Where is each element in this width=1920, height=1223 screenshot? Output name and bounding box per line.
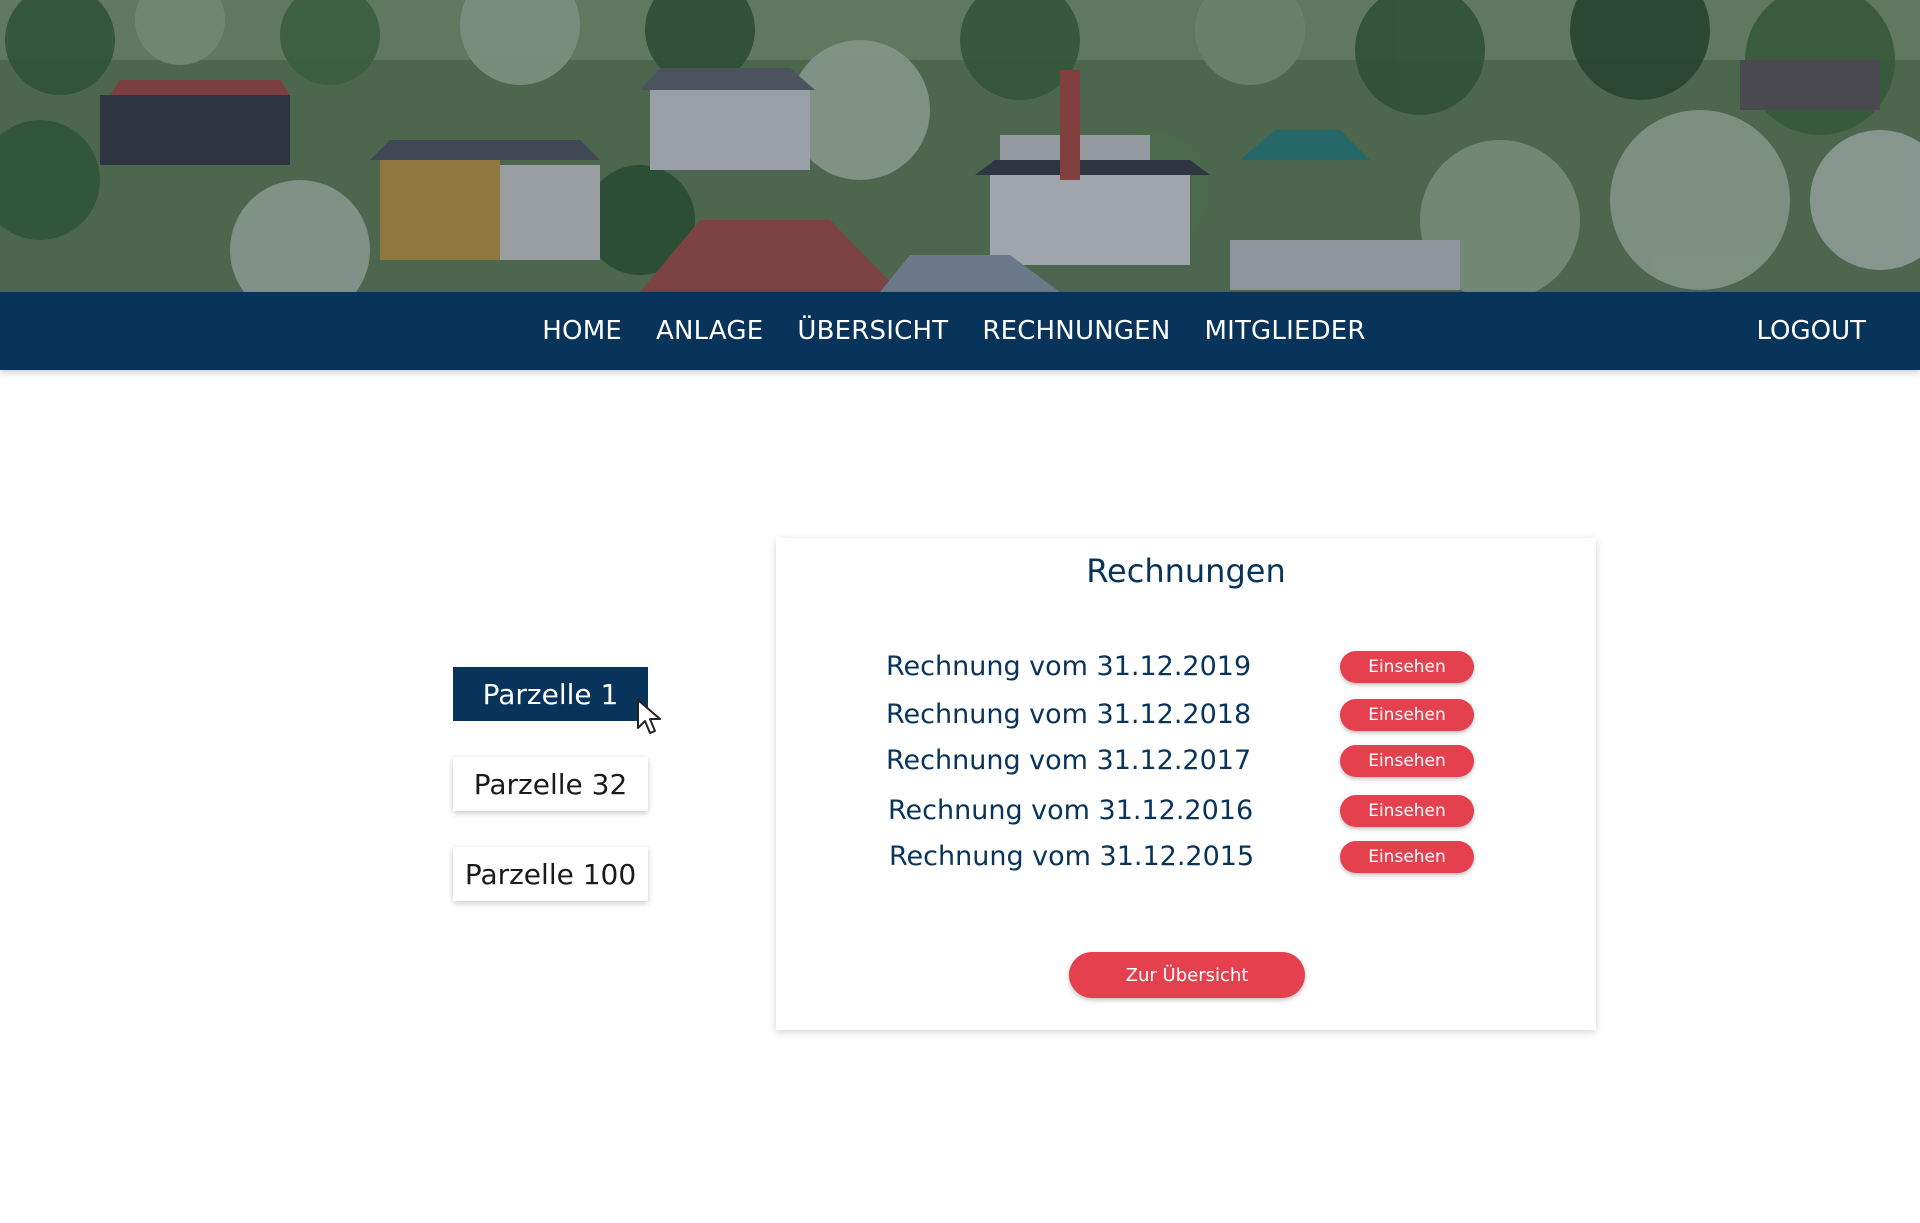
view-invoice-button[interactable]: Einsehen xyxy=(1340,745,1474,777)
back-to-overview-button[interactable]: Zur Übersicht xyxy=(1069,952,1305,998)
parcel-button-1[interactable]: Parzelle 1 xyxy=(453,667,648,721)
invoice-label: Rechnung vom 31.12.2017 xyxy=(886,745,1252,776)
logout-link[interactable]: LOGOUT xyxy=(1756,292,1866,370)
invoice-label: Rechnung vom 31.12.2019 xyxy=(886,651,1252,682)
invoice-row: Rechnung vom 31.12.2015 Einsehen xyxy=(776,837,1596,877)
main-navigation: HOME ANLAGE ÜBERSICHT RECHNUNGEN MITGLIE… xyxy=(0,292,1920,370)
view-invoice-button[interactable]: Einsehen xyxy=(1340,841,1474,873)
nav-rechnungen[interactable]: RECHNUNGEN xyxy=(982,316,1170,346)
invoice-label: Rechnung vom 31.12.2018 xyxy=(886,699,1252,730)
nav-links: HOME ANLAGE ÜBERSICHT RECHNUNGEN MITGLIE… xyxy=(0,292,1914,370)
nav-mitglieder[interactable]: MITGLIEDER xyxy=(1204,316,1365,346)
hero-banner xyxy=(0,0,1920,292)
invoices-card: Rechnungen Rechnung vom 31.12.2019 Einse… xyxy=(776,538,1596,1030)
invoice-row: Rechnung vom 31.12.2016 Einsehen xyxy=(776,791,1596,831)
parcel-button-32[interactable]: Parzelle 32 xyxy=(453,757,648,811)
hero-overlay xyxy=(0,0,1920,292)
invoices-title: Rechnungen xyxy=(1086,552,1286,590)
view-invoice-button[interactable]: Einsehen xyxy=(1340,795,1474,827)
nav-uebersicht[interactable]: ÜBERSICHT xyxy=(797,316,948,346)
invoice-label: Rechnung vom 31.12.2015 xyxy=(889,841,1255,872)
invoice-row: Rechnung vom 31.12.2019 Einsehen xyxy=(776,647,1596,687)
parcel-button-100[interactable]: Parzelle 100 xyxy=(453,847,648,901)
invoice-row: Rechnung vom 31.12.2018 Einsehen xyxy=(776,695,1596,735)
invoice-label: Rechnung vom 31.12.2016 xyxy=(888,795,1254,826)
nav-anlage[interactable]: ANLAGE xyxy=(656,316,763,346)
view-invoice-button[interactable]: Einsehen xyxy=(1340,651,1474,683)
view-invoice-button[interactable]: Einsehen xyxy=(1340,699,1474,731)
mouse-pointer-icon xyxy=(637,699,661,734)
nav-home[interactable]: HOME xyxy=(542,316,622,346)
invoice-row: Rechnung vom 31.12.2017 Einsehen xyxy=(776,741,1596,781)
